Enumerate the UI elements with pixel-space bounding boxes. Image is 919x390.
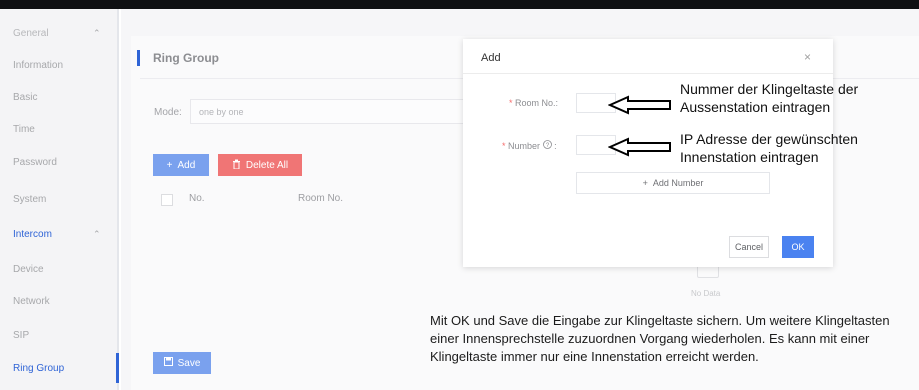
sidebar-item-label: Network bbox=[13, 295, 50, 307]
sidebar-item-information[interactable]: Information bbox=[0, 50, 117, 80]
page-title: Ring Group bbox=[153, 51, 219, 65]
room-no-label: * Room No.: bbox=[509, 98, 558, 108]
mode-label: Mode: bbox=[154, 107, 182, 118]
top-bar bbox=[0, 0, 919, 9]
arrow-left-icon bbox=[608, 95, 671, 115]
close-icon[interactable]: × bbox=[804, 50, 811, 64]
instruction-note: Mit OK und Save die Eingabe zur Klingelt… bbox=[430, 313, 890, 364]
cancel-button[interactable]: Cancel bbox=[729, 236, 769, 258]
save-icon bbox=[163, 357, 173, 369]
sidebar-item-label: System bbox=[13, 193, 47, 205]
add-button-label: Add bbox=[177, 159, 196, 171]
column-header-no: No. bbox=[189, 193, 205, 204]
column-header-room-no: Room No. bbox=[298, 193, 344, 204]
save-button-label: Save bbox=[177, 357, 201, 369]
sidebar-item-system[interactable]: System bbox=[0, 184, 117, 214]
sidebar-item-label: Intercom bbox=[13, 228, 52, 240]
add-number-button[interactable]: + Add Number bbox=[576, 172, 770, 194]
sidebar-item-label: Ring Group bbox=[13, 362, 65, 374]
dialog-divider bbox=[463, 73, 833, 74]
annotation-line: Innenstation eintragen bbox=[680, 149, 819, 165]
annotation-line: Aussenstation eintragen bbox=[680, 99, 831, 115]
sidebar-item-label: SIP bbox=[13, 329, 30, 341]
number-label: * Number ? : bbox=[502, 140, 557, 151]
annotation-room-no: Nummer der Klingeltaste der Aussenstatio… bbox=[680, 80, 858, 116]
required-mark: * bbox=[502, 141, 506, 151]
sidebar-item-time[interactable]: Time bbox=[0, 114, 117, 144]
annotation-line: Nummer der Klingeltaste der bbox=[680, 81, 859, 97]
sidebar-item-label: Password bbox=[13, 156, 57, 168]
delete-all-label: Delete All bbox=[245, 159, 289, 171]
title-accent-bar bbox=[137, 50, 140, 66]
dialog-title: Add bbox=[481, 52, 501, 64]
help-icon: ? bbox=[542, 140, 555, 151]
sidebar-item-basic[interactable]: Basic bbox=[0, 82, 117, 112]
save-button[interactable]: Save bbox=[153, 352, 211, 374]
mode-value: one by one bbox=[199, 107, 244, 117]
chevron-up-icon: ⌃ bbox=[93, 228, 101, 239]
select-all-checkbox[interactable] bbox=[161, 194, 173, 206]
add-number-label: Add Number bbox=[652, 178, 704, 188]
sidebar-item-label: Information bbox=[13, 59, 64, 71]
add-button[interactable]: + Add bbox=[153, 154, 209, 176]
annotation-number: IP Adresse der gewünschten Innenstation … bbox=[680, 130, 858, 166]
sidebar-item-sip[interactable]: SIP bbox=[0, 320, 117, 350]
sidebar-item-label: Device bbox=[13, 263, 44, 275]
sidebar-item-device[interactable]: Device bbox=[0, 254, 117, 284]
sidebar-item-ring-group[interactable]: Ring Group bbox=[0, 353, 119, 383]
sidebar-item-label: Basic bbox=[13, 91, 38, 103]
sidebar-item-label: General bbox=[13, 27, 49, 39]
plus-icon: + bbox=[642, 178, 648, 188]
number-label-text: Number bbox=[508, 141, 541, 151]
annotation-line: IP Adresse der gewünschten bbox=[680, 131, 858, 147]
trash-icon bbox=[232, 159, 241, 172]
sidebar-group-general[interactable]: General ⌃ bbox=[0, 18, 117, 48]
chevron-up-icon: ⌃ bbox=[93, 27, 101, 38]
arrow-left-icon bbox=[608, 137, 671, 157]
sidebar-group-intercom[interactable]: Intercom ⌃ bbox=[0, 219, 117, 249]
sidebar-item-label: Time bbox=[13, 123, 35, 135]
required-mark: * bbox=[509, 98, 513, 108]
ok-button[interactable]: OK bbox=[782, 236, 814, 258]
delete-all-button[interactable]: Delete All bbox=[218, 154, 302, 176]
sidebar-item-network[interactable]: Network bbox=[0, 286, 117, 316]
no-data-text: No Data bbox=[691, 289, 721, 298]
mode-select[interactable]: one by one bbox=[190, 99, 490, 124]
sidebar-item-password[interactable]: Password bbox=[0, 147, 117, 177]
plus-icon: + bbox=[166, 159, 173, 171]
room-no-label-text: Room No.: bbox=[515, 98, 559, 108]
